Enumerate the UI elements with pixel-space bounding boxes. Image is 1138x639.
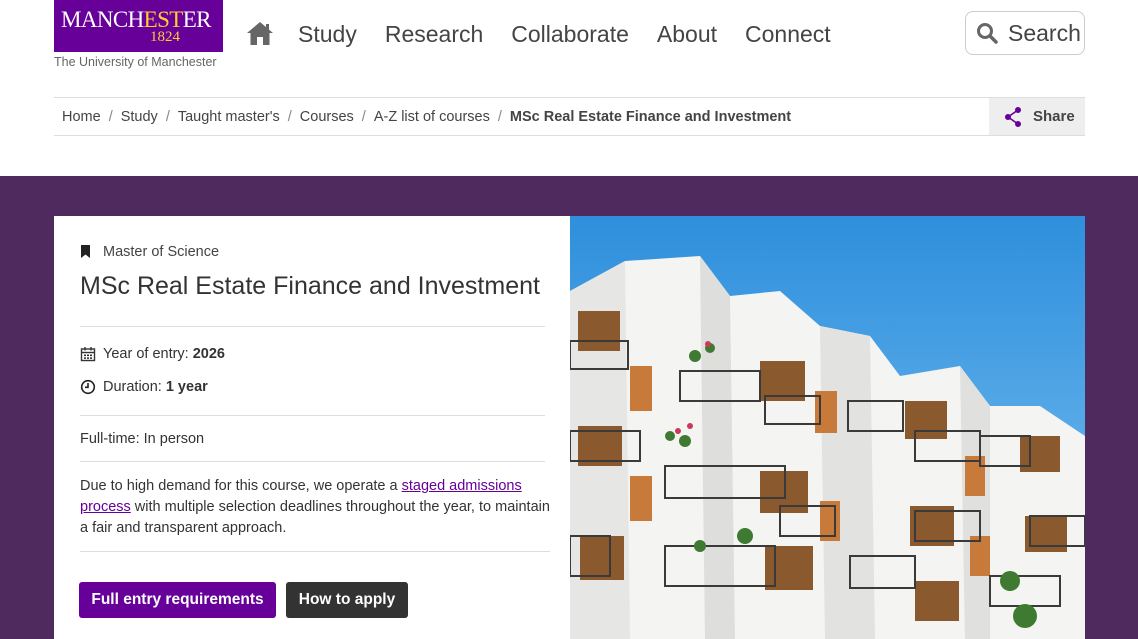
divider [80,415,545,416]
divider [80,326,545,327]
year-of-entry: Year of entry: 2026 [80,345,225,363]
breadcrumb-az-list[interactable]: A-Z list of courses [374,108,490,126]
logo-year: 1824 [150,29,180,45]
bookmark-icon [81,245,90,258]
breadcrumb-study[interactable]: Study [121,108,158,126]
breadcrumb-bar: Home / Study / Taught master's / Courses… [54,97,1085,136]
breadcrumb-separator: / [108,109,113,125]
nav-research[interactable]: Research [385,20,483,48]
course-title: MSc Real Estate Finance and Investment [80,272,540,300]
logo-box: MANCHESTER 1824 [54,0,223,52]
year-of-entry-value: 2026 [192,346,225,362]
duration-label: Duration: [103,379,162,395]
duration-value: 1 year [165,379,208,395]
logo-subtitle: The University of Manchester [54,55,217,69]
divider [80,461,545,462]
divider [80,551,550,552]
year-of-entry-label: Year of entry: [103,346,189,362]
entry-requirements-button[interactable]: Full entry requirements [79,582,276,618]
admissions-notice: Due to high demand for this course, we o… [80,476,550,539]
university-logo[interactable]: MANCHESTER 1824 The University of Manche… [54,0,224,72]
course-summary-card: Master of Science MSc Real Estate Financ… [54,216,570,639]
breadcrumb-separator: / [287,109,292,125]
notice-text: Due to high demand for this course, we o… [80,478,402,494]
search-icon [977,23,998,44]
notice-text: with multiple selection deadlines throug… [80,499,550,536]
breadcrumb-separator: / [497,109,502,125]
nav-study[interactable]: Study [298,20,357,48]
how-to-apply-button[interactable]: How to apply [286,582,408,618]
degree-type: Master of Science [80,243,219,261]
breadcrumb-separator: / [361,109,366,125]
nav-about[interactable]: About [657,20,717,48]
breadcrumb: Home / Study / Taught master's / Courses… [62,108,791,126]
share-button[interactable]: Share [989,98,1085,135]
search-label: Search [1008,20,1081,46]
study-mode: Full-time: In person [80,431,205,447]
breadcrumb-separator: / [165,109,170,125]
nav-connect[interactable]: Connect [745,20,831,48]
breadcrumb-taught-masters[interactable]: Taught master's [178,108,280,126]
main-nav: Study Research Collaborate About Connect [298,20,831,48]
course-hero-image [570,216,1085,639]
degree-type-label: Master of Science [103,244,220,260]
breadcrumb-current: MSc Real Estate Finance and Investment [509,109,792,125]
logo-wordmark: MANCHESTER [61,7,212,32]
nav-collaborate[interactable]: Collaborate [511,20,629,48]
clock-icon [80,379,96,395]
course-hero: Master of Science MSc Real Estate Financ… [0,176,1138,639]
breadcrumb-home[interactable]: Home [62,108,101,126]
breadcrumb-courses[interactable]: Courses [300,108,354,126]
home-icon[interactable] [245,20,275,46]
share-label: Share [1033,108,1075,125]
share-icon [1005,106,1021,127]
duration: Duration: 1 year [80,378,208,396]
search-button[interactable]: Search [965,11,1085,55]
calendar-icon [80,347,96,362]
